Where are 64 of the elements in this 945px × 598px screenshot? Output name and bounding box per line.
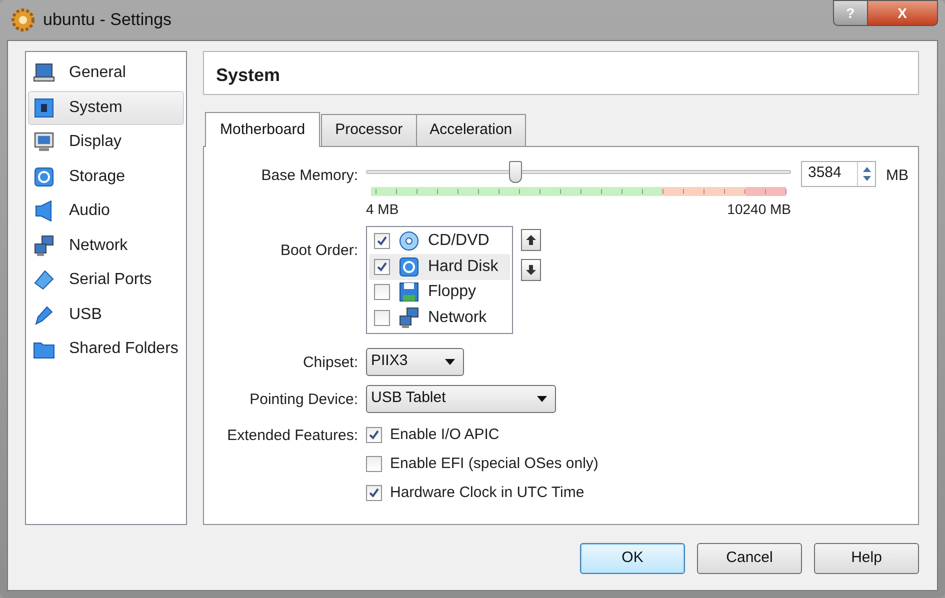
disc-icon — [398, 230, 420, 252]
dialog-button[interactable]: Cancel — [697, 543, 802, 574]
unit-label: MB — [886, 166, 908, 186]
chipset-dropdown[interactable]: PIIX3 — [366, 348, 464, 376]
boot-item[interactable]: CD/DVD — [369, 228, 510, 254]
sidebar-item[interactable]: Serial Ports — [28, 263, 184, 298]
spin-down-icon[interactable] — [862, 176, 870, 180]
up-arrow-icon — [524, 234, 536, 246]
memory-slider[interactable] — [366, 160, 791, 182]
tab[interactable]: Processor — [321, 114, 417, 146]
move-down-button[interactable] — [520, 258, 540, 281]
page-title: System — [203, 51, 919, 95]
field-label: Base Memory: — [260, 166, 358, 186]
range-min-label: 4 MB — [366, 200, 399, 218]
sidebar-item[interactable]: Audio — [28, 194, 184, 228]
boot-item-label: Hard Disk — [428, 256, 498, 277]
boot-item[interactable]: Floppy — [369, 280, 510, 305]
network-icon — [33, 234, 55, 257]
computer-icon — [33, 62, 55, 84]
field-label: Chipset: — [302, 352, 358, 372]
sidebar-item[interactable]: USB — [28, 298, 184, 332]
monitor-icon — [33, 131, 55, 154]
window-title: ubuntu - Settings — [43, 9, 172, 32]
boot-item[interactable]: Hard Disk — [369, 254, 510, 280]
checkbox[interactable] — [366, 485, 382, 501]
caret-icon — [445, 358, 455, 364]
dialog-button[interactable]: OK — [580, 543, 685, 574]
sidebar-item[interactable]: Network — [28, 228, 184, 263]
pointing-device-dropdown[interactable]: USB Tablet — [366, 384, 556, 412]
checkbox-label[interactable]: Enable I/O APIC — [390, 424, 500, 446]
tab[interactable]: Motherboard — [205, 112, 320, 146]
checkbox[interactable] — [374, 284, 390, 300]
boot-item-label: Floppy — [428, 282, 476, 302]
checkbox-label[interactable]: Enable EFI (special OSes only) — [390, 452, 598, 476]
checkbox[interactable] — [366, 427, 382, 443]
sidebar-item[interactable]: Storage — [28, 160, 184, 194]
boot-item[interactable]: Network — [369, 305, 510, 330]
checkbox[interactable] — [366, 456, 382, 472]
memory-spinbox[interactable]: 3584 — [801, 160, 876, 186]
range-max-label: 10240 MB — [727, 200, 791, 218]
boot-item-label: Network — [428, 308, 487, 328]
gear-icon — [11, 8, 35, 32]
slider-thumb[interactable] — [508, 160, 522, 182]
field-label: Boot Order: — [279, 240, 358, 260]
sidebar-item[interactable]: Shared Folders — [28, 332, 184, 366]
checkbox[interactable] — [374, 258, 390, 275]
move-up-button[interactable] — [520, 229, 540, 252]
spin-up-icon[interactable] — [862, 166, 870, 172]
dialog-button[interactable]: Help — [814, 543, 919, 574]
field-label: Pointing Device: — [248, 390, 358, 410]
sidebar-item[interactable]: General — [28, 56, 184, 90]
checkbox-label[interactable]: Hardware Clock in UTC Time — [390, 482, 584, 504]
down-arrow-icon — [524, 264, 536, 276]
sidebar-item[interactable]: System — [28, 90, 184, 125]
checkbox[interactable] — [374, 233, 390, 250]
checkbox[interactable] — [374, 310, 390, 326]
caret-icon — [537, 396, 547, 402]
boot-item-label: CD/DVD — [428, 231, 490, 252]
sidebar-item[interactable]: Display — [28, 125, 184, 160]
chip-icon — [33, 96, 55, 119]
network-icon — [398, 306, 420, 329]
field-label: Extended Features: — [226, 426, 358, 446]
floppy-icon — [398, 281, 420, 304]
tab[interactable]: Acceleration — [416, 114, 526, 146]
